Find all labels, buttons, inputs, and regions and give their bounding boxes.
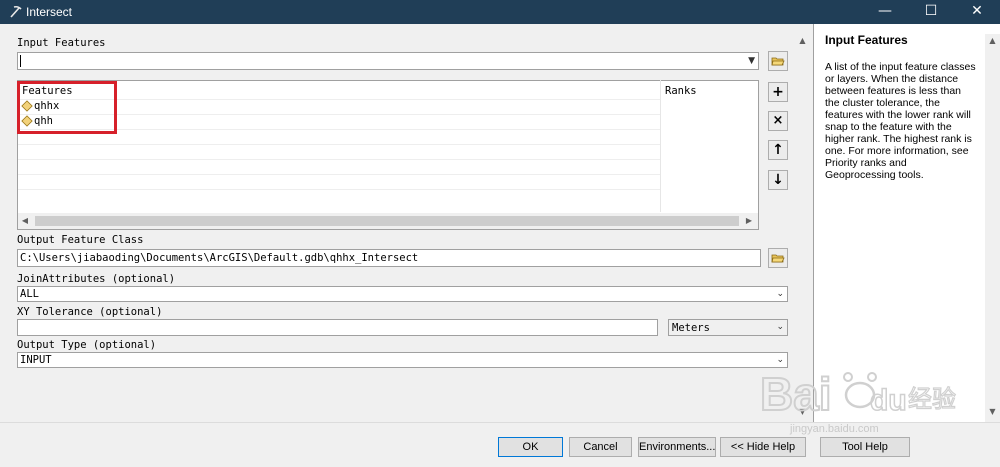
input-features-label: Input Features	[17, 37, 106, 49]
environments-button[interactable]: Environments...	[638, 437, 716, 457]
ok-button[interactable]: OK	[498, 437, 563, 457]
close-button[interactable]: ✕	[954, 0, 1000, 24]
output-type-label: Output Type (optional)	[17, 339, 157, 351]
title-bar	[0, 0, 1000, 24]
xy-tolerance-label: XY Tolerance (optional)	[17, 306, 163, 318]
chevron-down-icon[interactable]: ⌄	[776, 287, 784, 301]
minimize-button[interactable]: —	[862, 0, 908, 24]
output-feature-class-input[interactable]: C:\Users\jiabaoding\Documents\ArcGIS\Def…	[17, 249, 761, 267]
tool-help-button[interactable]: Tool Help	[820, 437, 910, 457]
scroll-down-icon[interactable]: ▼	[985, 407, 1000, 416]
output-feature-class-label: Output Feature Class	[17, 234, 144, 246]
help-title: Input Features	[825, 33, 908, 47]
svg-text:du: du	[870, 384, 907, 417]
window-title: Intersect	[26, 5, 73, 19]
add-row-button[interactable]: +	[768, 82, 788, 102]
folder-icon	[771, 57, 785, 66]
column-divider	[660, 80, 661, 212]
highlight-annotation	[17, 81, 117, 134]
xy-tolerance-input[interactable]	[17, 319, 658, 336]
input-browse-button[interactable]	[768, 51, 788, 71]
move-up-button[interactable]: ↑	[768, 140, 788, 160]
hide-help-button[interactable]: << Hide Help	[720, 437, 806, 457]
scroll-up-icon[interactable]: ▲	[985, 36, 1000, 45]
scroll-right-icon[interactable]: ▶	[743, 216, 755, 225]
maximize-button[interactable]: ☐	[908, 0, 954, 24]
help-description: A list of the input feature classes or l…	[825, 61, 976, 181]
svg-text:经验: 经验	[908, 385, 956, 413]
join-attributes-select[interactable]: ALL ⌄	[17, 286, 788, 302]
input-features-combo[interactable]: ▼	[17, 52, 759, 70]
scroll-up-icon[interactable]: ▲	[795, 36, 810, 45]
ranks-column-header: Ranks	[665, 85, 697, 97]
remove-row-button[interactable]: ×	[768, 111, 788, 131]
scroll-left-icon[interactable]: ◀	[19, 216, 31, 225]
output-browse-button[interactable]	[768, 248, 788, 268]
folder-icon	[771, 254, 785, 263]
chevron-down-icon[interactable]: ⌄	[776, 320, 784, 335]
help-scrollbar[interactable]	[985, 34, 1000, 422]
cancel-button[interactable]: Cancel	[569, 437, 632, 457]
output-type-select[interactable]: INPUT ⌄	[17, 352, 788, 368]
xy-tolerance-unit-select[interactable]: Meters ⌄	[668, 319, 788, 336]
chevron-down-icon[interactable]: ▼	[748, 53, 755, 69]
features-table[interactable]	[17, 80, 759, 230]
join-attributes-label: JoinAttributes (optional)	[17, 273, 176, 285]
svg-text:Bai: Bai	[760, 368, 832, 420]
pickaxe-icon	[8, 5, 22, 19]
move-down-button[interactable]: ↓	[768, 170, 788, 190]
watermark-url: jingyan.baidu.com	[790, 423, 879, 435]
scroll-thumb[interactable]	[35, 216, 739, 226]
